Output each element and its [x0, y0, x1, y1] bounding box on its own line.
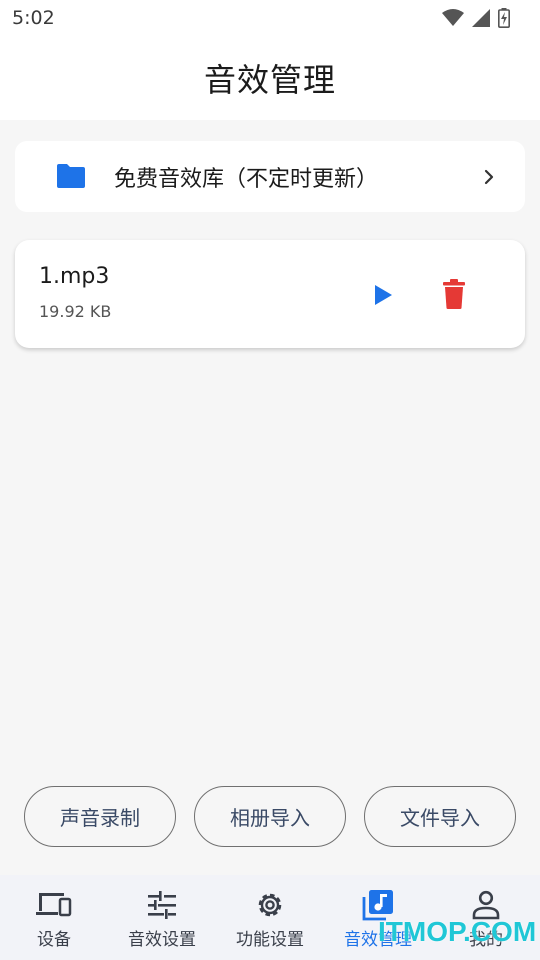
wifi-icon: [442, 9, 464, 26]
nav-label: 音效设置: [128, 930, 196, 950]
album-import-button[interactable]: 相册导入: [194, 786, 346, 847]
devices-icon: [36, 893, 72, 917]
nav-label: 设备: [37, 930, 71, 950]
sliders-icon: [148, 891, 176, 919]
file-size: 19.92 KB: [39, 302, 112, 321]
status-time: 5:02: [12, 7, 55, 29]
free-sound-library-row[interactable]: 免费音效库（不定时更新）: [15, 141, 525, 212]
library-label: 免费音效库（不定时更新）: [114, 167, 379, 192]
list-item: 1.mp3 19.92 KB: [15, 240, 525, 348]
folder-icon: [57, 164, 85, 188]
battery-icon: [498, 8, 510, 28]
chevron-right-icon: [484, 169, 494, 185]
nav-item-devices[interactable]: 设备: [0, 875, 108, 960]
file-import-button[interactable]: 文件导入: [364, 786, 516, 847]
status-icons: [442, 8, 510, 28]
nav-item-sound-settings[interactable]: 音效设置: [108, 875, 216, 960]
signal-icon: [472, 9, 490, 27]
page-title: 音效管理: [203, 61, 336, 99]
app-bar: 音效管理: [0, 36, 540, 120]
nav-label: 功能设置: [236, 930, 304, 950]
record-sound-button[interactable]: 声音录制: [24, 786, 176, 847]
play-icon[interactable]: [367, 280, 397, 310]
gear-icon: [258, 893, 282, 917]
status-bar: 5:02: [0, 0, 540, 36]
file-name: 1.mp3: [39, 264, 110, 289]
nav-item-function-settings[interactable]: 功能设置: [216, 875, 324, 960]
delete-icon[interactable]: [439, 278, 469, 310]
watermark: ITMOP.COM: [378, 916, 537, 947]
